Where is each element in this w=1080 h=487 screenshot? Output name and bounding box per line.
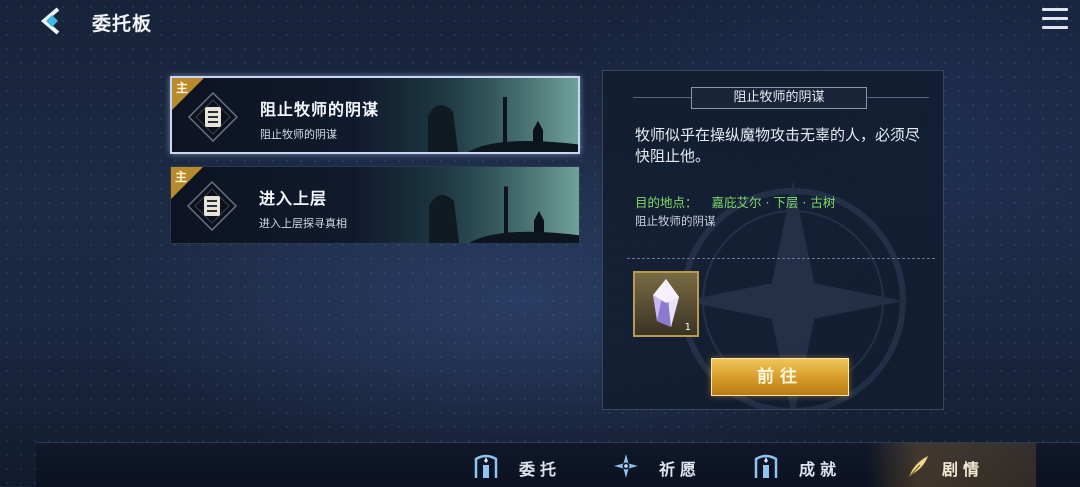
tab-story[interactable]: 剧情: [866, 443, 1036, 487]
quest-description: 牧师似乎在操纵魔物攻击无辜的人，必须尽快阻止他。: [635, 126, 921, 165]
gate-icon: [754, 454, 778, 478]
quest-card-art: [409, 167, 579, 243]
quest-card-art: [408, 78, 578, 152]
menu-button[interactable]: [1042, 8, 1068, 30]
detail-title-bar: 阻止牧师的阴谋: [633, 87, 929, 109]
reward-item[interactable]: 1: [633, 271, 699, 337]
tab-wish[interactable]: 祈愿: [613, 443, 723, 487]
main-quest-tag-label: 主: [175, 170, 188, 184]
quest-objective: 阻止牧师的阴谋: [635, 214, 716, 228]
tab-achievement[interactable]: 成就: [753, 443, 863, 487]
quest-card-2[interactable]: 主 进入上层 进入上层探寻真相: [170, 166, 580, 244]
quest-subtitle: 阻止牧师的阴谋: [260, 128, 337, 141]
quest-title: 阻止牧师的阴谋: [260, 100, 380, 119]
quest-title: 进入上层: [259, 189, 328, 208]
tab-label: 祈愿: [659, 460, 702, 479]
back-button[interactable]: [36, 6, 70, 36]
detail-title: 阻止牧师的阴谋: [691, 87, 867, 109]
star-compass-icon: [614, 454, 638, 478]
location-label: 目的地点：: [635, 195, 698, 210]
quill-icon: [908, 456, 928, 478]
scroll-icon: [188, 92, 238, 142]
go-button[interactable]: 前往: [711, 358, 849, 396]
hamburger-menu-icon: [1042, 8, 1068, 29]
page-title: 委托板: [92, 13, 153, 35]
bottom-navigation: 委托 祈愿 成就 剧情: [36, 442, 1080, 487]
dashed-divider: [627, 258, 935, 259]
location-value: 嘉庇艾尔 · 下层 · 古树: [711, 195, 836, 210]
tab-label: 剧情: [942, 460, 985, 479]
tab-commission[interactable]: 委托: [473, 443, 583, 487]
quest-location: 目的地点： 嘉庇艾尔 · 下层 · 古树: [635, 192, 835, 211]
tab-label: 委托: [519, 460, 562, 479]
tab-label: 成就: [799, 460, 842, 479]
quest-subtitle: 进入上层探寻真相: [259, 217, 347, 230]
scroll-icon: [187, 181, 237, 231]
quest-card-1[interactable]: 主 阻止牧师的阴谋 阻止牧师的阴谋: [170, 76, 580, 154]
main-quest-tag-label: 主: [176, 81, 189, 95]
gate-icon: [474, 454, 498, 478]
quest-detail-panel: 阻止牧师的阴谋 牧师似乎在操纵魔物攻击无辜的人，必须尽快阻止他。 目的地点： 嘉庇…: [602, 70, 944, 410]
back-arrow-icon: [40, 7, 60, 35]
reward-count: 1: [684, 322, 691, 333]
